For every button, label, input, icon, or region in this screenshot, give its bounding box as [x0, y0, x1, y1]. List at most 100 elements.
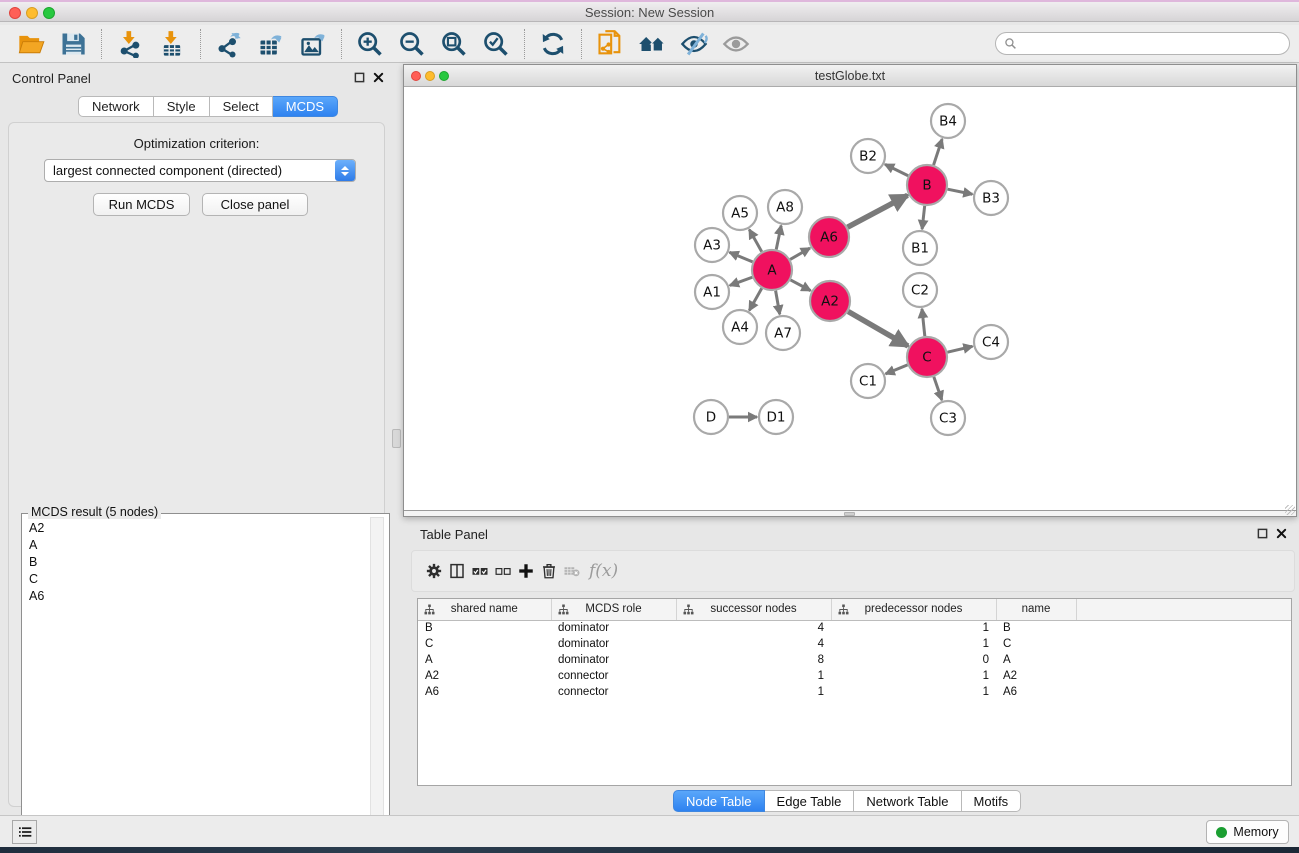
tab-network[interactable]: Network: [78, 96, 154, 117]
column-header-shared_name[interactable]: shared name: [418, 599, 551, 620]
show-columns-icon[interactable]: [446, 560, 468, 582]
table-cell-shared_name[interactable]: A: [418, 652, 551, 668]
graph-edge-B-B4[interactable]: [934, 139, 943, 165]
graph-edge-A-A8[interactable]: [776, 226, 781, 250]
table-cell-role[interactable]: dominator: [551, 620, 676, 636]
graph-node-B1[interactable]: B1: [903, 231, 937, 265]
resize-grip-icon[interactable]: [1285, 505, 1295, 515]
tab-style[interactable]: Style: [154, 96, 210, 117]
graph-edge-C-C1[interactable]: [886, 365, 908, 374]
search-input[interactable]: [1021, 37, 1289, 51]
graph-node-A6[interactable]: A6: [809, 217, 849, 257]
export-table-icon[interactable]: [255, 28, 287, 60]
table-cell-predecessors[interactable]: 1: [831, 620, 996, 636]
graph-node-A2[interactable]: A2: [810, 281, 850, 321]
graph-edge-A-A1[interactable]: [730, 277, 752, 285]
table-cell-successors[interactable]: 4: [676, 636, 831, 652]
graph-node-A3[interactable]: A3: [695, 228, 729, 262]
show-log-list-button[interactable]: [12, 820, 37, 844]
network-hscrollbar[interactable]: [404, 510, 1296, 516]
graph-edge-A-A2[interactable]: [791, 280, 811, 291]
vertical-splitter[interactable]: [391, 64, 403, 814]
network-hscrollbar-thumb[interactable]: [844, 512, 855, 516]
graph-node-C2[interactable]: C2: [903, 273, 937, 307]
export-network-icon[interactable]: [213, 28, 245, 60]
zoom-in-icon[interactable]: [354, 28, 386, 60]
table-settings-gear-icon[interactable]: [423, 560, 445, 582]
tab-mcds[interactable]: MCDS: [273, 96, 338, 117]
table-cell-name[interactable]: A6: [996, 684, 1076, 700]
function-builder-icon[interactable]: f(x): [589, 561, 618, 581]
graph-node-A8[interactable]: A8: [768, 190, 802, 224]
tab-network-table[interactable]: Network Table: [854, 790, 961, 812]
table-row[interactable]: Bdominator41B: [418, 620, 1291, 636]
graph-node-B2[interactable]: B2: [851, 139, 885, 173]
delete-table-icon[interactable]: [561, 560, 583, 582]
graph-node-C1[interactable]: C1: [851, 364, 885, 398]
table-cell-role[interactable]: connector: [551, 668, 676, 684]
zoom-selected-icon[interactable]: [480, 28, 512, 60]
show-graphics-details-icon[interactable]: [720, 28, 752, 60]
close-panel-button[interactable]: Close panel: [202, 193, 308, 216]
graph-edge-B-B1[interactable]: [922, 206, 925, 229]
column-header-name[interactable]: name: [996, 599, 1076, 620]
table-cell-predecessors[interactable]: 1: [831, 668, 996, 684]
graph-node-A5[interactable]: A5: [723, 196, 757, 230]
graph-node-A[interactable]: A: [752, 250, 792, 290]
graph-edge-A6-B[interactable]: [848, 195, 908, 227]
hide-graphics-details-icon[interactable]: [678, 28, 710, 60]
graph-edge-C-C4[interactable]: [947, 346, 972, 352]
column-header-role[interactable]: MCDS role: [551, 599, 676, 620]
float-panel-icon[interactable]: [354, 72, 365, 83]
graph-edge-A2-C[interactable]: [848, 311, 908, 346]
network-canvas[interactable]: AA6A2BCA5A8A3A1A4A7B2B4B3B1C2C4C1C3DD1: [404, 87, 1296, 510]
table-cell-name[interactable]: C: [996, 636, 1076, 652]
graph-node-D1[interactable]: D1: [759, 400, 793, 434]
table-cell-name[interactable]: A2: [996, 668, 1076, 684]
graph-node-C3[interactable]: C3: [931, 401, 965, 435]
memory-button[interactable]: Memory: [1206, 820, 1289, 844]
table-cell-role[interactable]: dominator: [551, 652, 676, 668]
select-all-columns-icon[interactable]: [469, 560, 491, 582]
graph-edge-C-C3[interactable]: [934, 377, 942, 400]
new-network-file-icon[interactable]: [594, 28, 626, 60]
graph-edge-A-A6[interactable]: [790, 248, 810, 259]
table-cell-shared_name[interactable]: B: [418, 620, 551, 636]
criterion-dropdown[interactable]: largest connected component (directed): [44, 159, 356, 182]
import-network-icon[interactable]: [114, 28, 146, 60]
table-cell-successors[interactable]: 1: [676, 668, 831, 684]
mcds-result-scrollbar[interactable]: [370, 517, 384, 850]
graph-node-B4[interactable]: B4: [931, 104, 965, 138]
graph-node-D[interactable]: D: [694, 400, 728, 434]
table-cell-successors[interactable]: 8: [676, 652, 831, 668]
table-row[interactable]: Adominator80A: [418, 652, 1291, 668]
table-cell-successors[interactable]: 1: [676, 684, 831, 700]
refresh-icon[interactable]: [537, 28, 569, 60]
graph-node-B[interactable]: B: [907, 165, 947, 205]
graph-edge-A-A3[interactable]: [730, 252, 753, 262]
float-panel-icon[interactable]: [1257, 528, 1268, 539]
tab-edge-table[interactable]: Edge Table: [765, 790, 855, 812]
vertical-splitter-thumb[interactable]: [392, 429, 401, 448]
mcds-result-item[interactable]: A: [22, 537, 369, 554]
graph-node-B3[interactable]: B3: [974, 181, 1008, 215]
delete-column-trash-icon[interactable]: [538, 560, 560, 582]
table-cell-shared_name[interactable]: A2: [418, 668, 551, 684]
mcds-result-item[interactable]: B: [22, 554, 369, 571]
table-cell-shared_name[interactable]: C: [418, 636, 551, 652]
column-header-predecessors[interactable]: predecessor nodes: [831, 599, 996, 620]
graph-edge-A-A7[interactable]: [776, 291, 780, 315]
table-cell-predecessors[interactable]: 1: [831, 636, 996, 652]
table-cell-name[interactable]: B: [996, 620, 1076, 636]
save-session-icon[interactable]: [57, 28, 89, 60]
table-row[interactable]: A2connector11A2: [418, 668, 1291, 684]
zoom-fit-icon[interactable]: [438, 28, 470, 60]
deselect-all-columns-icon[interactable]: [492, 560, 514, 582]
table-cell-role[interactable]: connector: [551, 684, 676, 700]
graph-node-A1[interactable]: A1: [695, 275, 729, 309]
graph-node-A7[interactable]: A7: [766, 316, 800, 350]
graph-edge-A-A4[interactable]: [749, 288, 761, 310]
home-icon[interactable]: [636, 28, 668, 60]
close-panel-icon[interactable]: [373, 72, 384, 83]
import-table-icon[interactable]: [156, 28, 188, 60]
